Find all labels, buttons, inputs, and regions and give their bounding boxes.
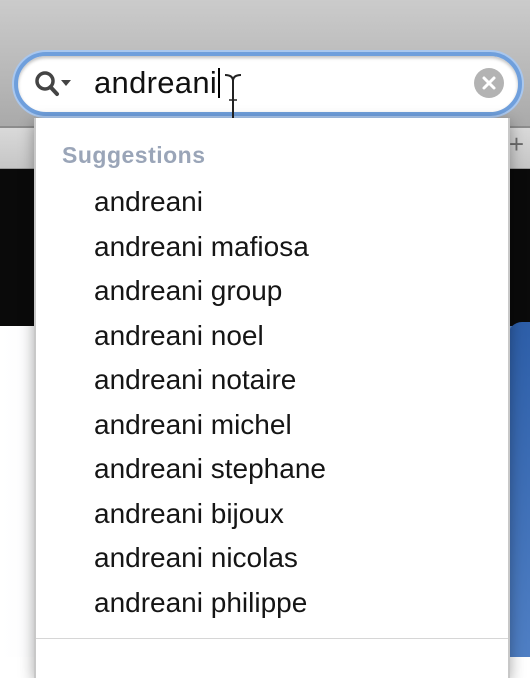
- suggestion-item[interactable]: andreani nicolas: [94, 536, 326, 581]
- suggestion-item[interactable]: andreani group: [94, 269, 326, 314]
- suggestion-list: andreani andreani mafiosa andreani group…: [94, 180, 326, 625]
- chevron-down-icon: [61, 80, 71, 86]
- suggestion-item[interactable]: andreani: [94, 180, 326, 225]
- suggestion-item[interactable]: andreani notaire: [94, 358, 326, 403]
- suggestions-dropdown: Suggestions andreani andreani mafiosa an…: [34, 118, 510, 678]
- search-icon[interactable]: [34, 69, 74, 99]
- close-icon: [482, 76, 496, 90]
- text-caret: [218, 68, 221, 98]
- suggestion-item[interactable]: andreani bijoux: [94, 492, 326, 537]
- new-tab-button[interactable]: +: [509, 131, 524, 157]
- suggestions-header: Suggestions: [62, 142, 206, 168]
- menu-divider: [36, 638, 508, 639]
- search-field[interactable]: andreani: [14, 52, 522, 116]
- suggestion-item[interactable]: andreani noel: [94, 314, 326, 359]
- suggestion-item[interactable]: andreani stephane: [94, 447, 326, 492]
- clear-search-button[interactable]: [474, 68, 504, 98]
- suggestion-item[interactable]: andreani michel: [94, 403, 326, 448]
- search-input[interactable]: andreani: [94, 65, 221, 101]
- suggestion-item[interactable]: andreani philippe: [94, 581, 326, 626]
- page-content-blue-edge: [508, 322, 530, 657]
- suggestion-item[interactable]: andreani mafiosa: [94, 225, 326, 270]
